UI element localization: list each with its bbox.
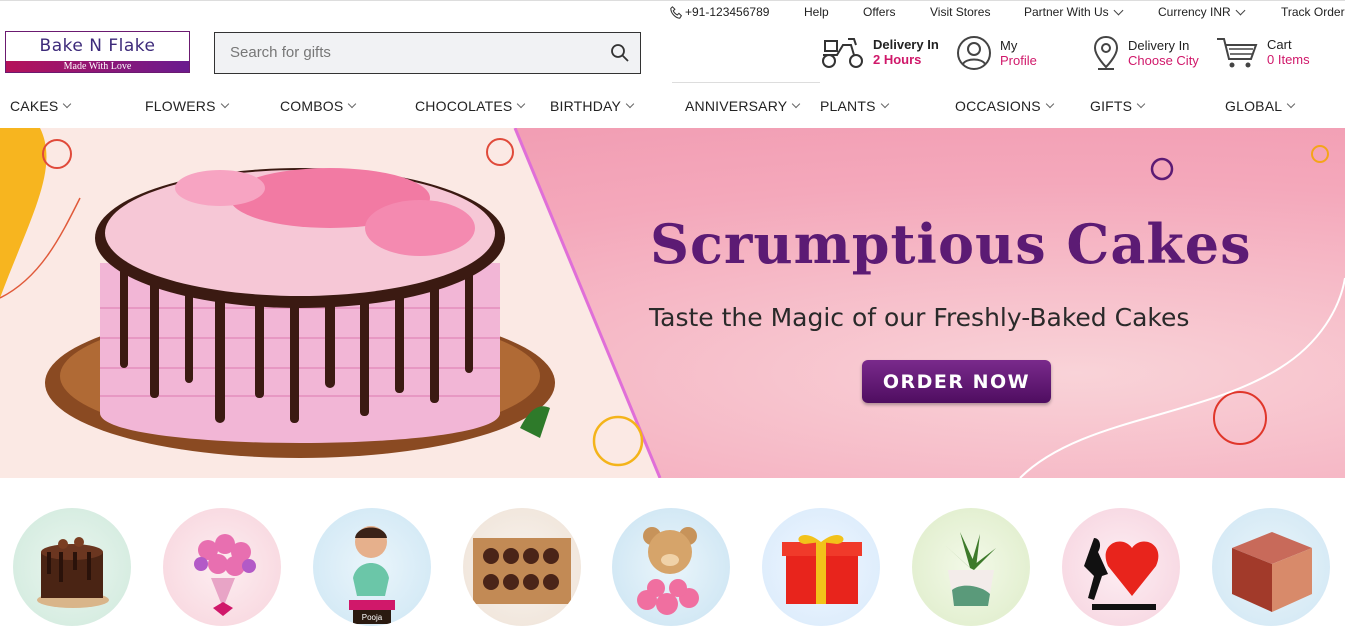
cart-count: 0 Items — [1267, 52, 1310, 67]
city-line2: Choose City — [1128, 53, 1199, 68]
chevron-down-icon — [1286, 99, 1296, 109]
chevron-down-icon — [625, 99, 635, 109]
chevron-down-icon — [1235, 5, 1246, 15]
teddy-icon — [637, 527, 699, 615]
caricature-name: Pooja — [362, 613, 383, 622]
gift-box-icon — [782, 534, 862, 604]
banner-title: Scrumptious Cakes — [650, 212, 1252, 276]
personalized-icon: Pooja — [349, 526, 395, 624]
chevron-down-icon — [63, 99, 72, 109]
chevron-down-icon — [1045, 99, 1055, 109]
cart-icon — [1217, 38, 1258, 68]
user-icon — [957, 36, 991, 70]
chevron-down-icon — [348, 99, 357, 109]
profile-menu[interactable]: My Profile — [956, 35, 1037, 71]
anniversary-icon — [1084, 538, 1159, 610]
city-line1: Delivery In — [1128, 38, 1190, 53]
category-strip: Pooja — [0, 508, 1345, 627]
category-flowers[interactable] — [163, 508, 281, 626]
chevron-down-icon — [220, 99, 229, 109]
chevron-down-icon — [1136, 99, 1146, 109]
delivery-time-info[interactable]: Delivery In 2 Hours — [820, 35, 939, 69]
offers-link[interactable]: Offers — [863, 5, 895, 19]
divider — [672, 82, 820, 83]
nav-birthday[interactable]: BIRTHDAY — [550, 98, 635, 114]
chevron-down-icon — [517, 99, 526, 109]
category-teddy[interactable] — [612, 508, 730, 626]
category-plants[interactable] — [912, 508, 1030, 626]
nav-label: ANNIVERSARY — [685, 98, 788, 114]
nav-label: PLANTS — [820, 98, 876, 114]
chevron-down-icon — [792, 99, 801, 109]
scooter-icon — [822, 38, 863, 68]
flowers-icon — [194, 534, 256, 616]
search-input[interactable] — [215, 33, 585, 71]
chevron-down-icon — [1113, 5, 1124, 15]
plant-icon — [946, 532, 996, 606]
delivery-line2: 2 Hours — [873, 52, 922, 67]
chevron-down-icon — [880, 99, 889, 109]
photo-cube-icon — [1232, 532, 1312, 612]
profile-line1: My — [1000, 38, 1018, 53]
hero-banner[interactable]: Scrumptious Cakes Taste the Magic of our… — [0, 128, 1345, 478]
nav-occasions[interactable]: OCCASIONS — [955, 98, 1055, 114]
category-photo-cube[interactable] — [1212, 508, 1330, 626]
partner-label: Partner With Us — [1024, 5, 1109, 19]
nav-label: CAKES — [10, 98, 59, 114]
nav-label: BIRTHDAY — [550, 98, 622, 114]
category-personalized[interactable]: Pooja — [313, 508, 431, 626]
city-selector[interactable]: Delivery In Choose City — [1092, 35, 1199, 71]
nav-combos[interactable]: COMBOS — [280, 98, 357, 114]
nav-label: FLOWERS — [145, 98, 216, 114]
category-anniversary[interactable] — [1062, 508, 1180, 626]
nav-label: CHOCOLATES — [415, 98, 513, 114]
nav-label: COMBOS — [280, 98, 344, 114]
logo-tagline: Made With Love — [6, 61, 189, 72]
partner-dropdown[interactable]: Partner With Us — [1024, 5, 1124, 19]
search-box — [214, 32, 641, 74]
delivery-line1: Delivery In — [873, 37, 939, 52]
main-nav: CAKES FLOWERS COMBOS CHOCOLATES BIRTHDAY… — [0, 96, 1345, 118]
search-icon[interactable] — [610, 43, 630, 63]
top-utility-bar: +91-123456789 Help Offers Visit Stores P… — [0, 0, 1345, 22]
category-chocolates[interactable] — [463, 508, 581, 626]
order-now-button[interactable]: ORDER NOW — [862, 360, 1051, 403]
category-cakes[interactable] — [13, 508, 131, 626]
profile-line2: Profile — [1000, 53, 1037, 68]
nav-chocolates[interactable]: CHOCOLATES — [415, 98, 526, 114]
phone-link[interactable]: +91-123456789 — [670, 5, 769, 19]
banner-subtitle: Taste the Magic of our Freshly-Baked Cak… — [649, 303, 1190, 332]
phone-icon — [670, 5, 683, 19]
nav-label: GIFTS — [1090, 98, 1133, 114]
cake-icon — [37, 537, 109, 608]
nav-flowers[interactable]: FLOWERS — [145, 98, 229, 114]
nav-label: OCCASIONS — [955, 98, 1041, 114]
cart-button[interactable]: Cart 0 Items — [1215, 35, 1310, 69]
nav-cakes[interactable]: CAKES — [10, 98, 72, 114]
nav-plants[interactable]: PLANTS — [820, 98, 889, 114]
logo-name: Bake N Flake — [39, 36, 156, 56]
visit-stores-link[interactable]: Visit Stores — [930, 5, 990, 19]
cart-line1: Cart — [1267, 37, 1292, 52]
nav-global[interactable]: GLOBAL — [1225, 98, 1296, 114]
currency-dropdown[interactable]: Currency INR — [1158, 5, 1246, 19]
help-link[interactable]: Help — [804, 5, 829, 19]
nav-gifts[interactable]: GIFTS — [1090, 98, 1146, 114]
phone-number: +91-123456789 — [685, 5, 770, 19]
chocolates-icon — [473, 538, 571, 604]
nav-label: GLOBAL — [1225, 98, 1283, 114]
nav-anniversary[interactable]: ANNIVERSARY — [685, 98, 801, 114]
location-pin-icon — [1093, 35, 1119, 70]
track-order-link[interactable]: Track Order — [1281, 5, 1345, 19]
brand-logo[interactable]: Bake N Flake Made With Love — [5, 31, 190, 73]
currency-label: Currency INR — [1158, 5, 1231, 19]
category-gifts[interactable] — [762, 508, 880, 626]
